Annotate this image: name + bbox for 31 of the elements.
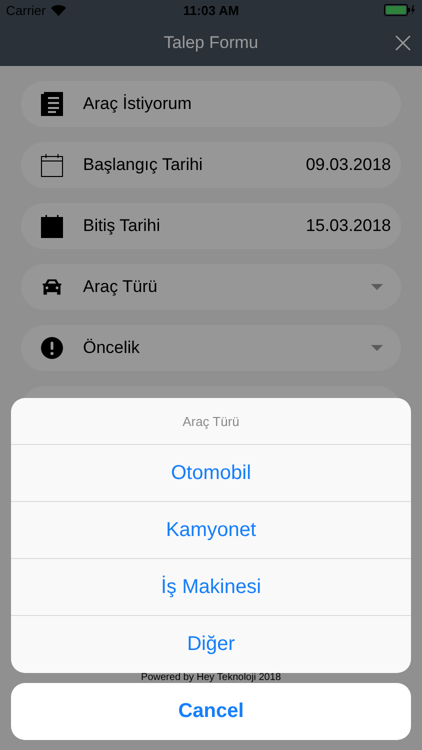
- field-label: Araç İstiyorum: [83, 94, 193, 114]
- sheet-option[interactable]: İş Makinesi: [11, 559, 411, 616]
- alert-icon: [41, 336, 63, 360]
- text-field[interactable]: Araç İstiyorum: [21, 81, 401, 127]
- date-field[interactable]: Bitiş Tarihi 15.03.2018: [21, 203, 401, 249]
- sheet-option[interactable]: Otomobil: [11, 445, 411, 502]
- date-value: 15.03.2018: [306, 216, 391, 236]
- dropdown-field[interactable]: Araç Türü: [21, 264, 401, 310]
- date-value: 09.03.2018: [306, 155, 391, 175]
- caret-icon: [371, 283, 383, 291]
- date-field[interactable]: Başlangıç Tarihi 09.03.2018: [21, 142, 401, 188]
- battery-icon: [384, 4, 416, 16]
- calendar-icon: [41, 153, 63, 177]
- field-label: Öncelik: [83, 338, 141, 358]
- footer-text: Powered by Hey Teknoloji 2018: [141, 673, 281, 683]
- wifi-icon: [50, 4, 66, 16]
- calendar-icon: [41, 214, 63, 238]
- field-label: Başlangıç Tarihi: [83, 155, 204, 175]
- status-time: 11:03 AM: [182, 2, 240, 18]
- cancel-button[interactable]: Cancel: [11, 683, 411, 740]
- nav-title: Talep Formu: [164, 33, 258, 53]
- sheet-option[interactable]: Diğer: [11, 616, 411, 673]
- caret-icon: [371, 344, 383, 352]
- close-button[interactable]: [394, 34, 412, 52]
- dropdown-field[interactable]: Öncelik: [21, 325, 401, 371]
- carrier-label: Carrier: [6, 2, 46, 18]
- document-icon: [41, 92, 63, 116]
- sheet-title: Araç Türü: [11, 398, 411, 445]
- field-label: Araç Türü: [83, 277, 158, 297]
- field-label: Bitiş Tarihi: [83, 216, 162, 236]
- sheet-option[interactable]: Kamyonet: [11, 502, 411, 559]
